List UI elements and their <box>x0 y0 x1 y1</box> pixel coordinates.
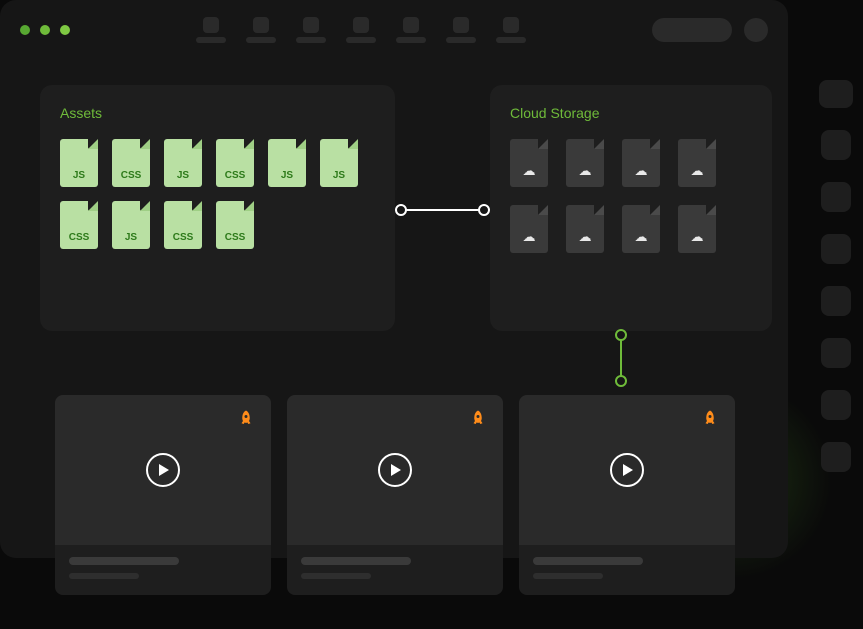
play-button[interactable] <box>146 453 180 487</box>
js-file-icon[interactable]: JS <box>268 139 306 187</box>
rail-item[interactable] <box>821 390 851 420</box>
cloud-upload-icon: ☁ <box>635 163 648 179</box>
rail-item[interactable] <box>821 234 851 264</box>
search-pill[interactable] <box>652 18 732 42</box>
assets-panel: Assets JS CSS JS CSS JS JS CSS JS CSS CS… <box>40 85 395 331</box>
card-meta <box>519 545 735 591</box>
card-meta <box>55 545 271 591</box>
rail-item[interactable] <box>821 182 851 212</box>
js-file-icon[interactable]: JS <box>164 139 202 187</box>
cloud-upload-icon: ☁ <box>523 229 536 245</box>
cloud-panel-title: Cloud Storage <box>510 105 752 121</box>
rail-item[interactable] <box>821 338 851 368</box>
cloud-file-icon[interactable]: ☁ <box>510 139 548 187</box>
content-area: Assets JS CSS JS CSS JS JS CSS JS CSS CS… <box>0 60 788 110</box>
meta-title-placeholder <box>69 557 179 565</box>
css-file-icon[interactable]: CSS <box>112 139 150 187</box>
js-file-icon[interactable]: JS <box>60 139 98 187</box>
cloud-file-icon[interactable]: ☁ <box>678 205 716 253</box>
nav-item[interactable] <box>246 17 276 43</box>
nav-item[interactable] <box>296 17 326 43</box>
cloud-upload-icon: ☁ <box>579 163 592 179</box>
card-meta <box>287 545 503 591</box>
titlebar <box>0 0 788 60</box>
css-file-icon[interactable]: CSS <box>216 139 254 187</box>
minimize-window-icon[interactable] <box>40 25 50 35</box>
nav-item[interactable] <box>396 17 426 43</box>
play-button[interactable] <box>610 453 644 487</box>
close-window-icon[interactable] <box>20 25 30 35</box>
avatar[interactable] <box>744 18 768 42</box>
media-thumbnail <box>519 395 735 545</box>
side-rail <box>809 60 863 492</box>
media-card[interactable] <box>287 395 503 595</box>
meta-title-placeholder <box>301 557 411 565</box>
nav-right <box>652 18 768 42</box>
meta-subtitle-placeholder <box>301 573 371 579</box>
media-thumbnail <box>55 395 271 545</box>
media-card[interactable] <box>55 395 271 595</box>
css-file-icon[interactable]: CSS <box>216 201 254 249</box>
maximize-window-icon[interactable] <box>60 25 70 35</box>
nav-item[interactable] <box>496 17 526 43</box>
connector-vertical <box>615 329 627 387</box>
nav-item[interactable] <box>196 17 226 43</box>
cloud-upload-icon: ☁ <box>523 163 536 179</box>
cloud-upload-icon: ☁ <box>691 163 704 179</box>
media-cards-row <box>55 395 735 595</box>
rocket-icon <box>469 409 487 427</box>
cloud-file-icon[interactable]: ☁ <box>566 139 604 187</box>
rail-item[interactable] <box>821 286 851 316</box>
assets-file-grid: JS CSS JS CSS JS JS CSS JS CSS CSS <box>60 139 375 249</box>
meta-title-placeholder <box>533 557 643 565</box>
css-file-icon[interactable]: CSS <box>60 201 98 249</box>
rocket-icon <box>237 409 255 427</box>
assets-panel-title: Assets <box>60 105 375 121</box>
nav-item[interactable] <box>346 17 376 43</box>
cloud-file-icon[interactable]: ☁ <box>622 139 660 187</box>
play-icon <box>391 464 401 476</box>
play-button[interactable] <box>378 453 412 487</box>
cloud-upload-icon: ☁ <box>579 229 592 245</box>
meta-subtitle-placeholder <box>69 573 139 579</box>
js-file-icon[interactable]: JS <box>320 139 358 187</box>
rocket-icon <box>701 409 719 427</box>
rail-item[interactable] <box>819 80 853 108</box>
media-thumbnail <box>287 395 503 545</box>
traffic-lights <box>20 25 70 35</box>
cloud-upload-icon: ☁ <box>635 229 648 245</box>
cloud-file-grid: ☁ ☁ ☁ ☁ ☁ ☁ ☁ ☁ <box>510 139 752 253</box>
cloud-file-icon[interactable]: ☁ <box>622 205 660 253</box>
meta-subtitle-placeholder <box>533 573 603 579</box>
rail-item[interactable] <box>821 442 851 472</box>
cloud-storage-panel: Cloud Storage ☁ ☁ ☁ ☁ ☁ ☁ ☁ ☁ <box>490 85 772 331</box>
cloud-file-icon[interactable]: ☁ <box>510 205 548 253</box>
cloud-file-icon[interactable]: ☁ <box>678 139 716 187</box>
media-card[interactable] <box>519 395 735 595</box>
cloud-file-icon[interactable]: ☁ <box>566 205 604 253</box>
js-file-icon[interactable]: JS <box>112 201 150 249</box>
play-icon <box>159 464 169 476</box>
css-file-icon[interactable]: CSS <box>164 201 202 249</box>
nav-item[interactable] <box>446 17 476 43</box>
rail-item[interactable] <box>821 130 851 160</box>
play-icon <box>623 464 633 476</box>
nav-center <box>70 17 652 43</box>
connector-horizontal <box>395 204 490 216</box>
cloud-upload-icon: ☁ <box>691 229 704 245</box>
